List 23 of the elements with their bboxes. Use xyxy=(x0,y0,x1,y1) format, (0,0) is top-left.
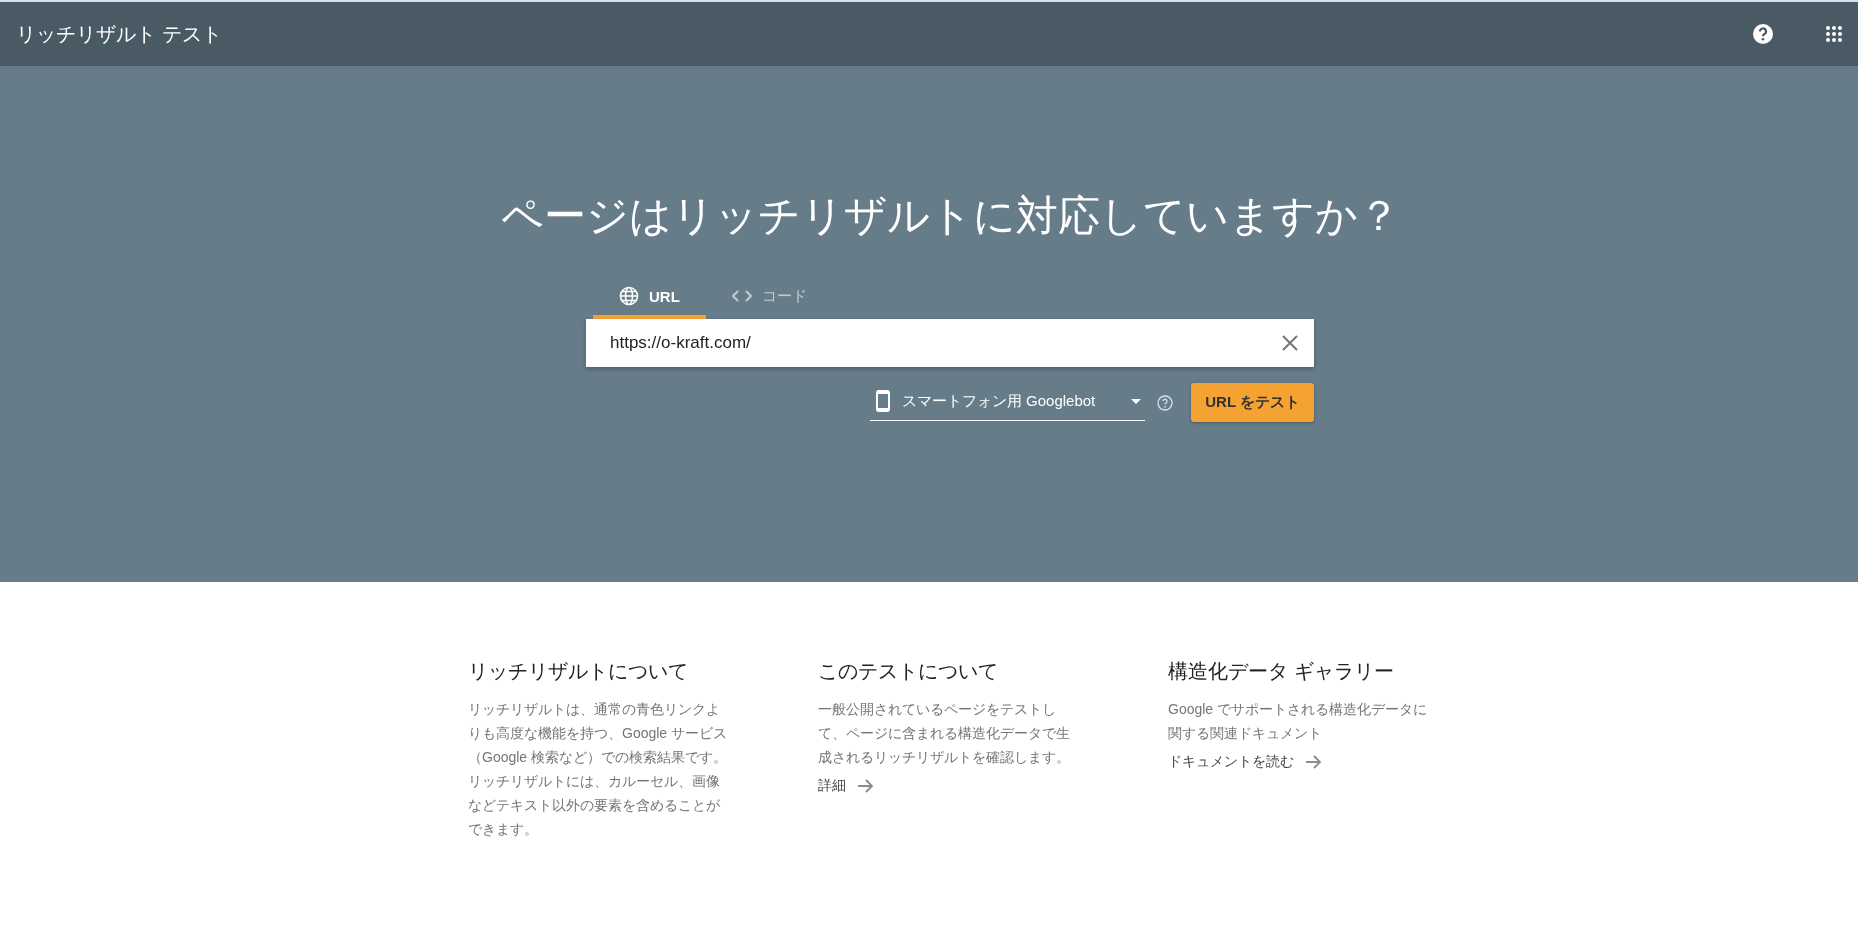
help-icon[interactable] xyxy=(1157,394,1174,411)
section-text: リッチリザルトは、通常の青色リンクよりも高度な機能を持つ、Google サービス（Google 検索など）での検索結果です。リッチリザルトには、カルーセル、画像などテキスト以外の要素を含めることができます。 xyxy=(468,700,729,839)
section-link[interactable]: 詳細 xyxy=(818,777,874,795)
section-heading: リッチリザルトについて xyxy=(468,659,689,684)
section-text: 一般公開されているページをテストして、ページに含まれる構造化データで生成されるリッチリザルトを確認します。 xyxy=(818,700,1071,767)
section-heading: このテストについて xyxy=(818,659,999,684)
section-link[interactable]: ドキュメントを読む xyxy=(1168,753,1322,771)
hero-heading: ページはリッチリザルトに対応していますか？ xyxy=(500,191,1400,241)
globe-icon xyxy=(619,286,639,306)
smartphone-icon xyxy=(875,390,890,412)
app-title: リッチリザルト テスト xyxy=(16,21,223,47)
apps-grid-icon[interactable] xyxy=(1826,26,1842,42)
dropdown-caret-icon xyxy=(1131,398,1142,404)
section-heading: 構造化データ ギャラリー xyxy=(1168,659,1395,684)
code-icon xyxy=(731,289,752,303)
device-dropdown[interactable]: スマートフォン用 Googlebot xyxy=(869,384,1146,421)
arrow-right-icon xyxy=(1306,755,1322,769)
section-text: Google でサポートされる構造化データに関する関連ドキュメント xyxy=(1168,700,1429,743)
url-field[interactable]: https://o-kraft.com/ xyxy=(586,319,1314,367)
clear-icon[interactable] xyxy=(1282,335,1298,351)
arrow-right-icon xyxy=(858,779,874,793)
test-url-button[interactable]: URL をテスト xyxy=(1191,383,1314,422)
help-icon[interactable] xyxy=(1752,23,1774,45)
